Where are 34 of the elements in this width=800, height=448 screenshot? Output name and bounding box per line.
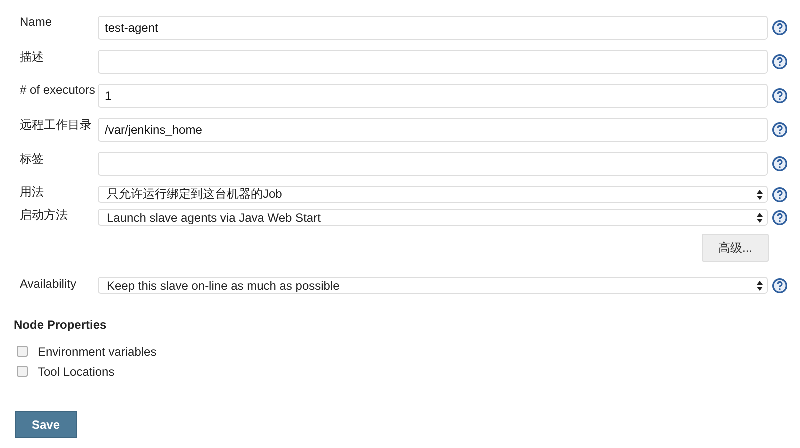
text-field[interactable]: [98, 152, 768, 176]
advanced-button[interactable]: 高级...: [702, 234, 769, 262]
field-label: # of executors: [19, 83, 96, 97]
text-field[interactable]: test-agent: [98, 16, 768, 40]
updown-icon: [757, 212, 763, 222]
field-label: Availability: [19, 276, 78, 290]
help-icon[interactable]: [772, 20, 788, 36]
help-icon[interactable]: [772, 186, 788, 202]
text-field[interactable]: 1: [98, 84, 768, 108]
help-icon[interactable]: [772, 210, 788, 226]
help-icon[interactable]: [772, 88, 788, 104]
field-label: 用法: [19, 184, 45, 201]
checkbox-label: Tool Locations: [38, 364, 115, 378]
select-field[interactable]: 只允许运行绑定到这台机器的Job: [98, 186, 768, 203]
help-icon[interactable]: [772, 122, 788, 138]
select-field[interactable]: Launch slave agents via Java Web Start: [98, 209, 768, 226]
field-label: 启动方法: [19, 207, 69, 224]
checkbox[interactable]: [17, 346, 28, 357]
checkbox-label: Environment variables: [38, 344, 157, 358]
text-field[interactable]: [98, 50, 768, 74]
help-icon[interactable]: [772, 156, 788, 172]
help-icon[interactable]: [772, 54, 788, 70]
field-label: Name: [19, 15, 54, 29]
help-icon[interactable]: [772, 278, 788, 294]
updown-icon: [757, 280, 763, 290]
field-label: 远程工作目录: [19, 117, 93, 134]
select-field[interactable]: Keep this slave on-line as much as possible: [98, 277, 768, 294]
updown-icon: [757, 190, 763, 200]
field-label: 描述: [19, 49, 45, 66]
field-label: 标签: [19, 151, 45, 168]
save-button[interactable]: Save: [15, 411, 77, 438]
checkbox[interactable]: [17, 366, 28, 377]
text-field[interactable]: /var/jenkins_home: [98, 118, 768, 142]
section-title: Node Properties: [14, 318, 108, 332]
